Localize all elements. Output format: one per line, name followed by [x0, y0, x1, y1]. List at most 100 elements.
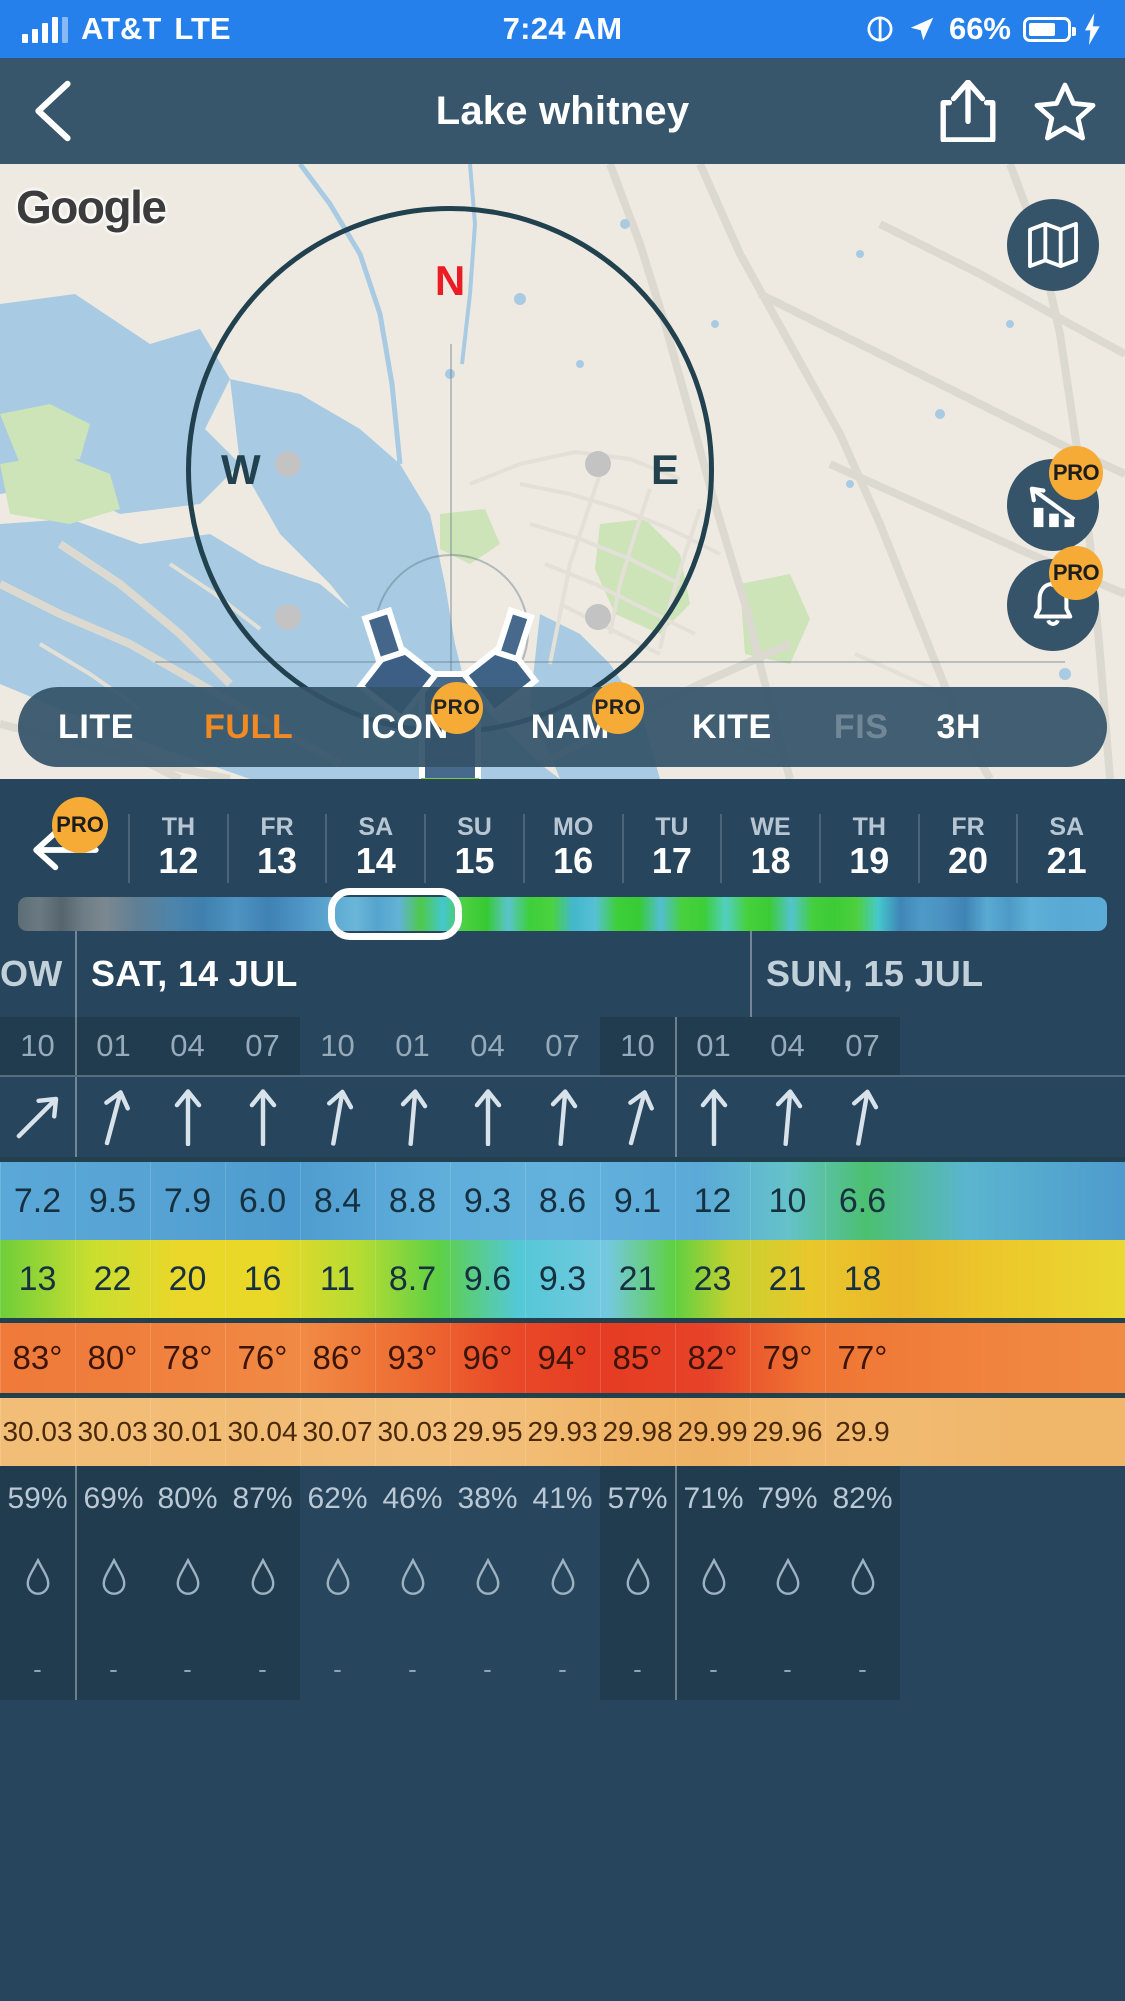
- model-kite-button[interactable]: KITE: [692, 708, 772, 747]
- timeline-bar-wrapper[interactable]: [18, 888, 1107, 940]
- timeline-days[interactable]: TH 12 FR 13 SA 14 SU 15 MO 16 TU 17 WE 1…: [0, 805, 1125, 883]
- wind-direction-arrow-icon: [326, 1089, 353, 1146]
- precip-cell-7: -: [525, 1532, 600, 1700]
- temperature-8: 85°: [600, 1323, 675, 1393]
- timeline-day-9[interactable]: SA 21: [1016, 813, 1115, 883]
- humidity-0: 59%: [0, 1466, 75, 1532]
- temperature-1: 80°: [75, 1323, 150, 1393]
- forecast-wind-gust-row: 13 22 20 16 11 8.7 9.6 9.3 21 23 21 18: [0, 1240, 1125, 1318]
- pressure-2: 30.01: [150, 1398, 225, 1466]
- humidity-1: 69%: [75, 1466, 150, 1532]
- model-selector-bar[interactable]: LITE FULL ICON PRO NAM PRO KITE FIS 3H: [18, 681, 1107, 767]
- day-header-now: OW: [0, 953, 63, 994]
- wind-gust-11: 18: [825, 1240, 900, 1318]
- wind-direction-arrow-icon: [174, 1089, 201, 1146]
- wind-speed-9: 12: [675, 1162, 750, 1240]
- chevron-left-icon[interactable]: [28, 80, 76, 142]
- timeline-day-8[interactable]: FR 20: [917, 813, 1017, 883]
- timeline-day-4[interactable]: MO 16: [522, 813, 622, 883]
- water-drop-icon: [26, 1558, 49, 1595]
- pressure-0: 30.03: [0, 1398, 75, 1466]
- model-icon-button[interactable]: ICON PRO: [361, 681, 483, 747]
- humidity-10: 79%: [750, 1466, 825, 1532]
- wind-speed-7: 8.6: [525, 1162, 600, 1240]
- model-nam-button[interactable]: NAM PRO: [531, 681, 644, 747]
- map-marker-dot: [585, 451, 611, 477]
- status-bar-right: 66%: [865, 11, 1103, 47]
- timeline-day-7[interactable]: TH 19: [818, 813, 918, 883]
- alerts-pro-badge: PRO: [1049, 546, 1103, 600]
- status-bar-left: AT&T LTE: [22, 11, 231, 47]
- pressure-7: 29.93: [525, 1398, 600, 1466]
- timeline-day-5[interactable]: TU 17: [621, 813, 721, 883]
- precip-cell-6: -: [450, 1532, 525, 1700]
- wind-gust-9: 23: [675, 1240, 750, 1318]
- map-marker-dot: [275, 451, 301, 477]
- precip-cell-9: -: [675, 1532, 750, 1700]
- google-attribution: Google: [16, 181, 167, 233]
- precip-cell-11: -: [825, 1532, 900, 1700]
- temperature-0: 83°: [0, 1323, 75, 1393]
- timeline-day-3[interactable]: SU 15: [424, 813, 523, 883]
- day-timeline[interactable]: PRO TH 12 FR 13 SA 14 SU 15 MO 16 TU 17 …: [0, 779, 1125, 940]
- compass-north-label: N: [434, 257, 466, 304]
- hour-cell-2: 04: [150, 1017, 225, 1075]
- map-view[interactable]: Google N W E PRO PRO LITE FULL ICON PRO …: [0, 164, 1125, 779]
- temperature-10: 79°: [750, 1323, 825, 1393]
- timeline-day-6[interactable]: WE 18: [720, 813, 819, 883]
- status-bar: AT&T LTE 7:24 AM 66%: [0, 0, 1125, 58]
- temperature-3: 76°: [225, 1323, 300, 1393]
- model-fis-button[interactable]: FIS: [834, 708, 889, 747]
- compass-west-label: W: [221, 446, 261, 493]
- pressure-10: 29.96: [750, 1398, 825, 1466]
- model-3h-button[interactable]: 3H: [937, 708, 982, 747]
- timeline-gradient-bar[interactable]: [18, 897, 1107, 931]
- forecast-precipitation-row: - - - - - - - - - - - -: [0, 1532, 1125, 1700]
- share-icon[interactable]: [939, 80, 997, 142]
- timeline-day-1[interactable]: FR 13: [226, 813, 326, 883]
- wind-gust-1: 22: [75, 1240, 150, 1318]
- star-outline-icon[interactable]: [1033, 80, 1097, 142]
- timeline-pro-badge: PRO: [52, 797, 108, 853]
- wind-gust-10: 21: [750, 1240, 825, 1318]
- precip-cell-3: -: [225, 1532, 300, 1700]
- wind-speed-2: 7.9: [150, 1162, 225, 1240]
- wind-arrow-5: [375, 1077, 450, 1157]
- model-full-button[interactable]: FULL: [204, 708, 293, 747]
- precip-cell-5: -: [375, 1532, 450, 1700]
- temperature-9: 82°: [675, 1323, 750, 1393]
- forecast-day-header-row: OW SAT, 14 JUL SUN, 15 JUL: [0, 931, 1125, 1017]
- icon-pro-badge: PRO: [430, 681, 483, 734]
- timeline-day-0[interactable]: TH 12: [128, 813, 227, 883]
- wind-gust-4: 11: [300, 1240, 375, 1318]
- water-drop-icon: [401, 1558, 424, 1595]
- wind-direction-arrow-icon: [16, 1096, 58, 1139]
- water-drop-icon: [476, 1558, 499, 1595]
- temperature-11: 77°: [825, 1323, 900, 1393]
- water-drop-icon: [251, 1558, 274, 1595]
- forecast-wind-speed-row: 7.2 9.5 7.9 6.0 8.4 8.8 9.3 8.6 9.1 12 1…: [0, 1162, 1125, 1240]
- stats-pro-badge: PRO: [1049, 446, 1103, 500]
- wind-gust-6: 9.6: [450, 1240, 525, 1318]
- precip-cell-10: -: [750, 1532, 825, 1700]
- carrier-label: AT&T: [81, 11, 162, 46]
- model-lite-button[interactable]: LITE: [58, 708, 134, 747]
- wind-direction-arrow-icon: [249, 1089, 276, 1146]
- humidity-7: 41%: [532, 1482, 593, 1515]
- timeline-selection-handle[interactable]: [328, 888, 463, 940]
- pressure-9: 29.99: [675, 1398, 750, 1466]
- wind-direction-arrow-icon: [627, 1090, 654, 1146]
- wind-direction-arrow-icon: [550, 1089, 577, 1147]
- map-layer-button[interactable]: [1007, 199, 1099, 291]
- precip-cell-2: -: [150, 1532, 225, 1700]
- humidity-5: 46%: [382, 1482, 443, 1515]
- compass-east-label: E: [650, 446, 679, 493]
- precip-cell-4: -: [300, 1532, 375, 1700]
- pressure-8: 29.98: [600, 1398, 675, 1466]
- humidity-2: 80%: [150, 1466, 225, 1532]
- precip-cell-8: -: [600, 1532, 675, 1700]
- pressure-4: 30.07: [300, 1398, 375, 1466]
- timeline-day-2[interactable]: SA 14: [325, 813, 424, 883]
- humidity-3: 87%: [225, 1466, 300, 1532]
- map-marker-dot: [275, 604, 301, 630]
